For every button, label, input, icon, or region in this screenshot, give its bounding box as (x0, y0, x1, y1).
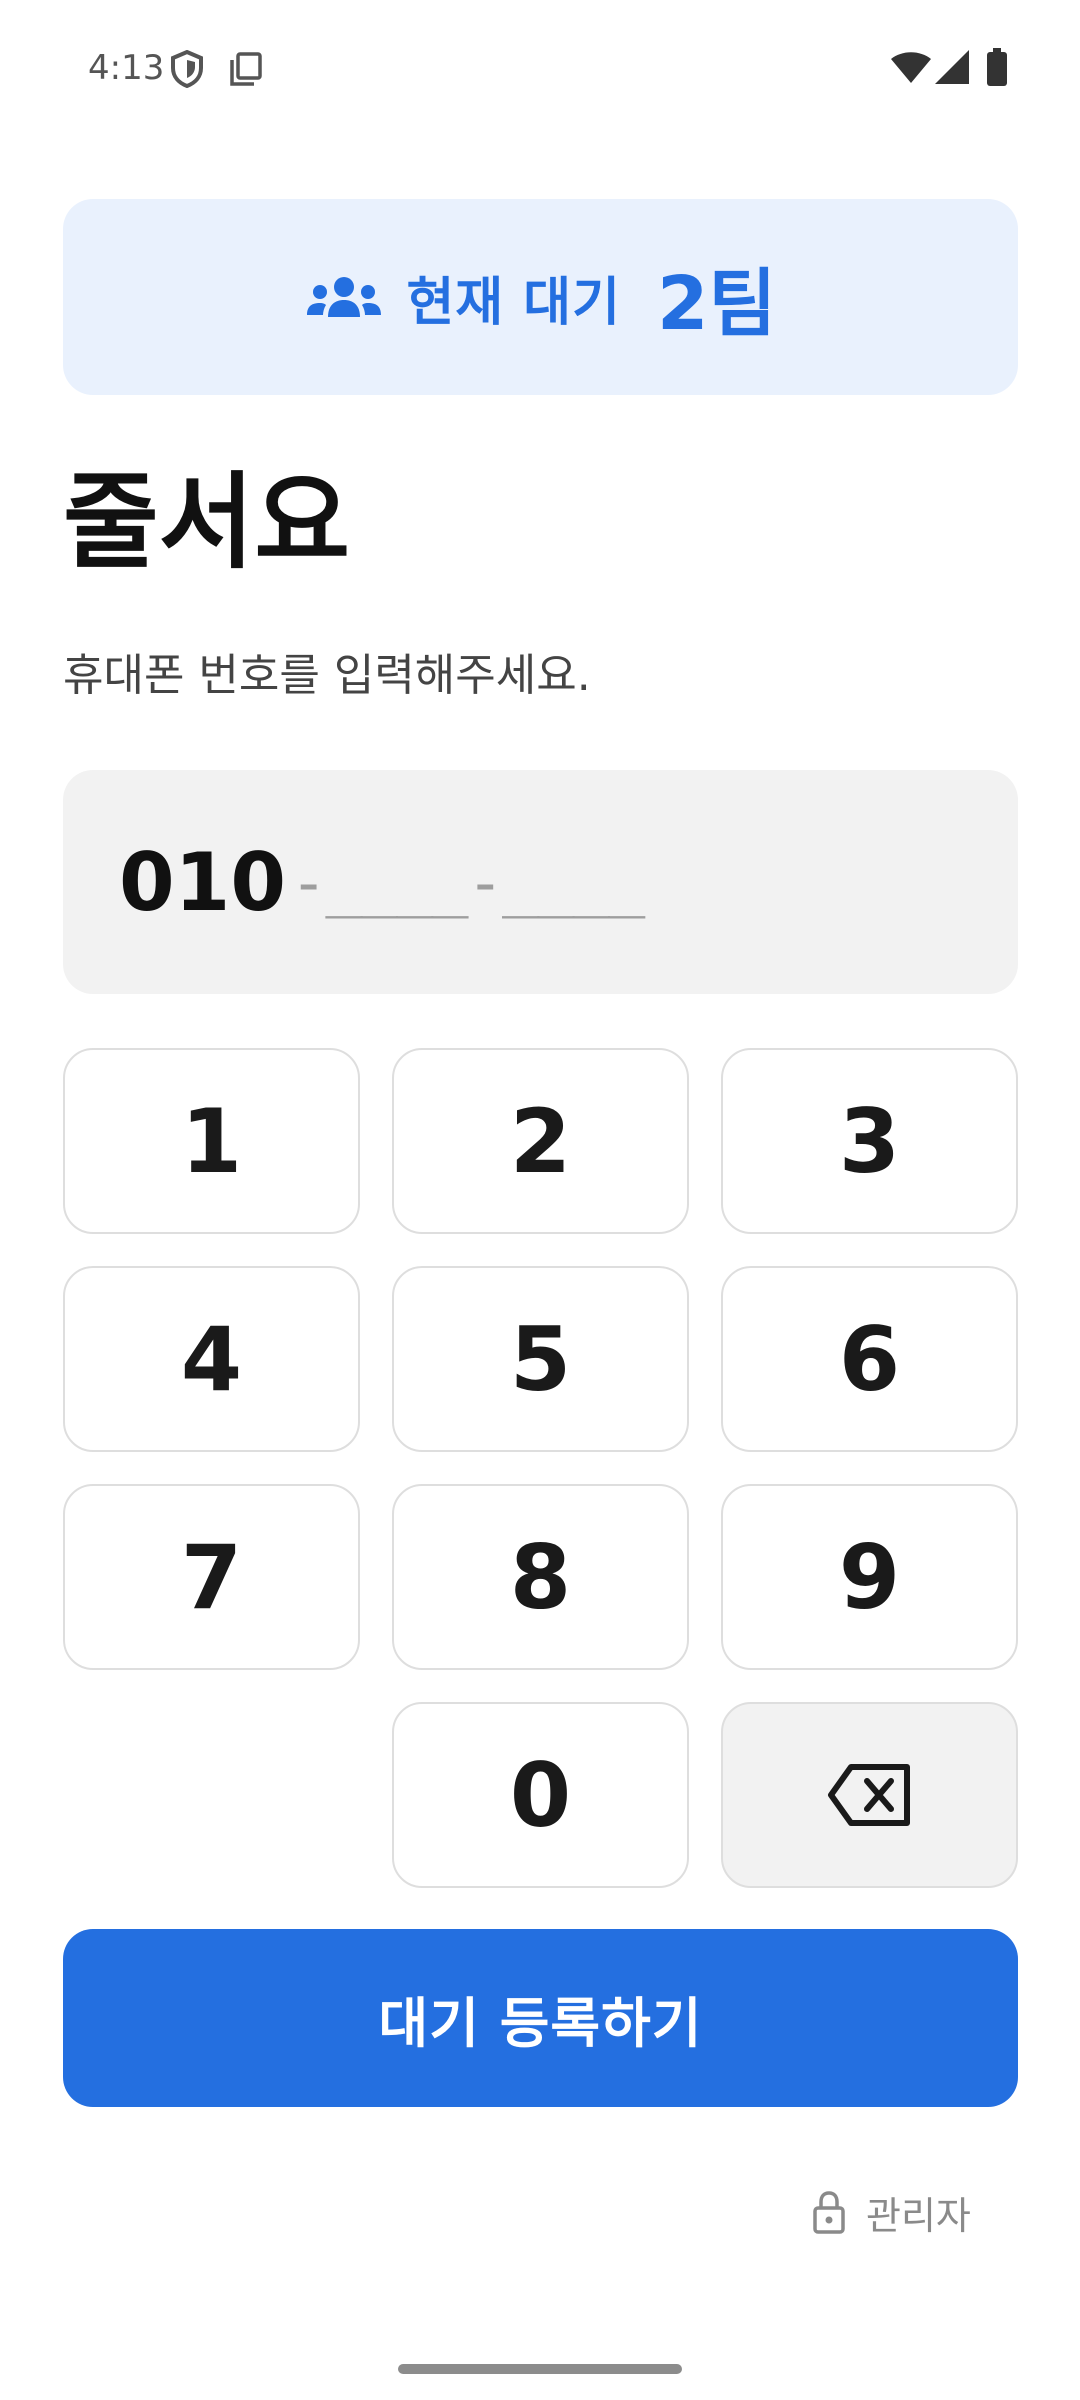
phone-placeholder: -____-____ (290, 845, 645, 919)
backspace-icon (827, 1763, 913, 1827)
waiting-label: 현재 대기 (406, 272, 621, 333)
status-time: 4:13 (88, 48, 165, 88)
admin-link[interactable]: 관리자 (812, 2180, 971, 2244)
waiting-banner: 현재 대기 2팀 (63, 199, 1018, 395)
key-2[interactable]: 2 (392, 1048, 689, 1234)
key-9[interactable]: 9 (721, 1484, 1018, 1670)
home-indicator[interactable] (398, 2364, 682, 2374)
backspace-button[interactable] (721, 1702, 1018, 1888)
screen: 4:13 현재 대기 2팀 줄서요 휴대폰 번호를 입력해주세요. 010 -_… (0, 0, 1080, 2400)
waiting-count: 2팀 (656, 260, 777, 347)
key-7[interactable]: 7 (63, 1484, 360, 1670)
page-title: 줄서요 (63, 461, 351, 583)
wifi-icon (890, 50, 932, 88)
key-1[interactable]: 1 (63, 1048, 360, 1234)
key-0[interactable]: 0 (392, 1702, 689, 1888)
admin-label: 관리자 (866, 2193, 971, 2238)
register-wait-button[interactable]: 대기 등록하기 (63, 1929, 1018, 2107)
copy-icon (228, 52, 262, 90)
phone-number-display: 010 -____-____ (63, 770, 1018, 994)
key-8[interactable]: 8 (392, 1484, 689, 1670)
key-4[interactable]: 4 (63, 1266, 360, 1452)
key-6[interactable]: 6 (721, 1266, 1018, 1452)
signal-icon (934, 50, 970, 88)
shield-icon (170, 49, 204, 92)
phone-prefix: 010 (119, 835, 286, 929)
status-bar: 4:13 (0, 0, 1080, 136)
page-subtitle: 휴대폰 번호를 입력해주세요. (63, 650, 591, 701)
battery-icon (986, 48, 1008, 90)
key-3[interactable]: 3 (721, 1048, 1018, 1234)
key-5[interactable]: 5 (392, 1266, 689, 1452)
people-icon (304, 275, 384, 319)
lock-icon (812, 2190, 846, 2234)
